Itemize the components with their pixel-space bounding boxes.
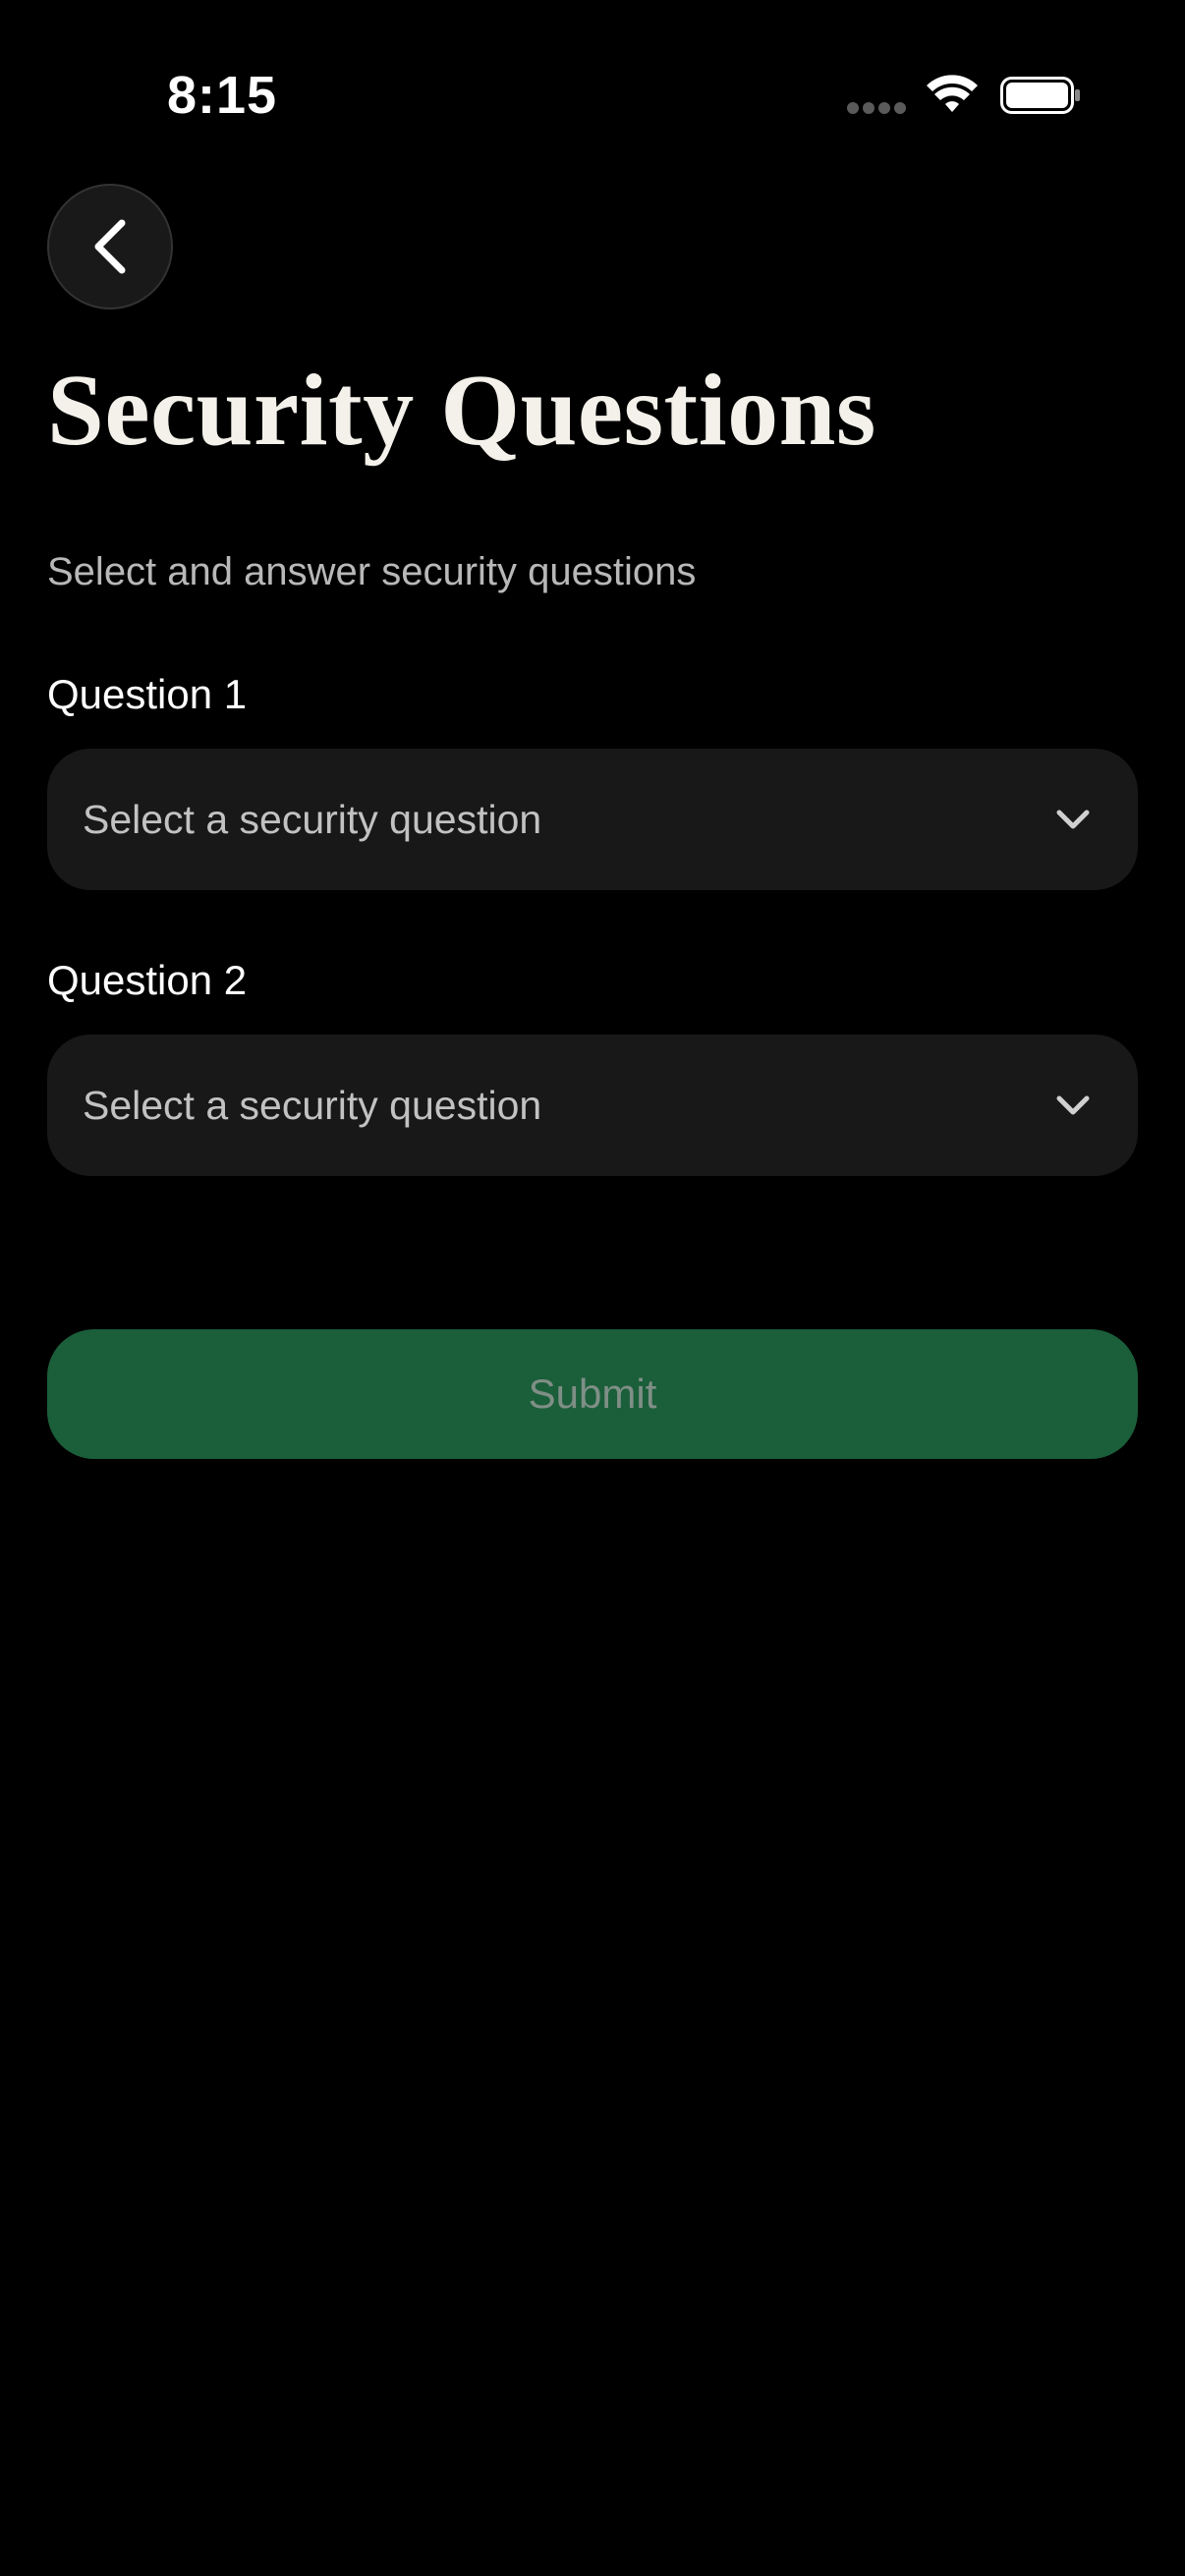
status-time: 8:15 bbox=[167, 66, 278, 125]
question-2-placeholder: Select a security question bbox=[83, 1082, 542, 1128]
wifi-icon bbox=[927, 75, 978, 112]
question-1-placeholder: Select a security question bbox=[83, 796, 542, 842]
page-title: Security Questions bbox=[47, 354, 876, 467]
back-button[interactable] bbox=[47, 184, 173, 309]
status-bar: 8:15 bbox=[0, 0, 1185, 196]
question-1-select[interactable]: Select a security question bbox=[47, 749, 1138, 890]
submit-label: Submit bbox=[528, 1371, 657, 1417]
chevron-left-icon bbox=[94, 219, 126, 274]
question-2-label: Question 2 bbox=[47, 957, 248, 1003]
question-2-select[interactable]: Select a security question bbox=[47, 1035, 1138, 1176]
chevron-down-icon bbox=[1056, 810, 1090, 829]
page-subtitle: Select and answer security questions bbox=[47, 550, 697, 593]
chevron-down-icon bbox=[1056, 1095, 1090, 1115]
battery-icon bbox=[1000, 77, 1080, 114]
cellular-signal-icon bbox=[847, 102, 906, 116]
question-1-label: Question 1 bbox=[47, 671, 248, 717]
submit-button[interactable]: Submit bbox=[47, 1329, 1138, 1459]
